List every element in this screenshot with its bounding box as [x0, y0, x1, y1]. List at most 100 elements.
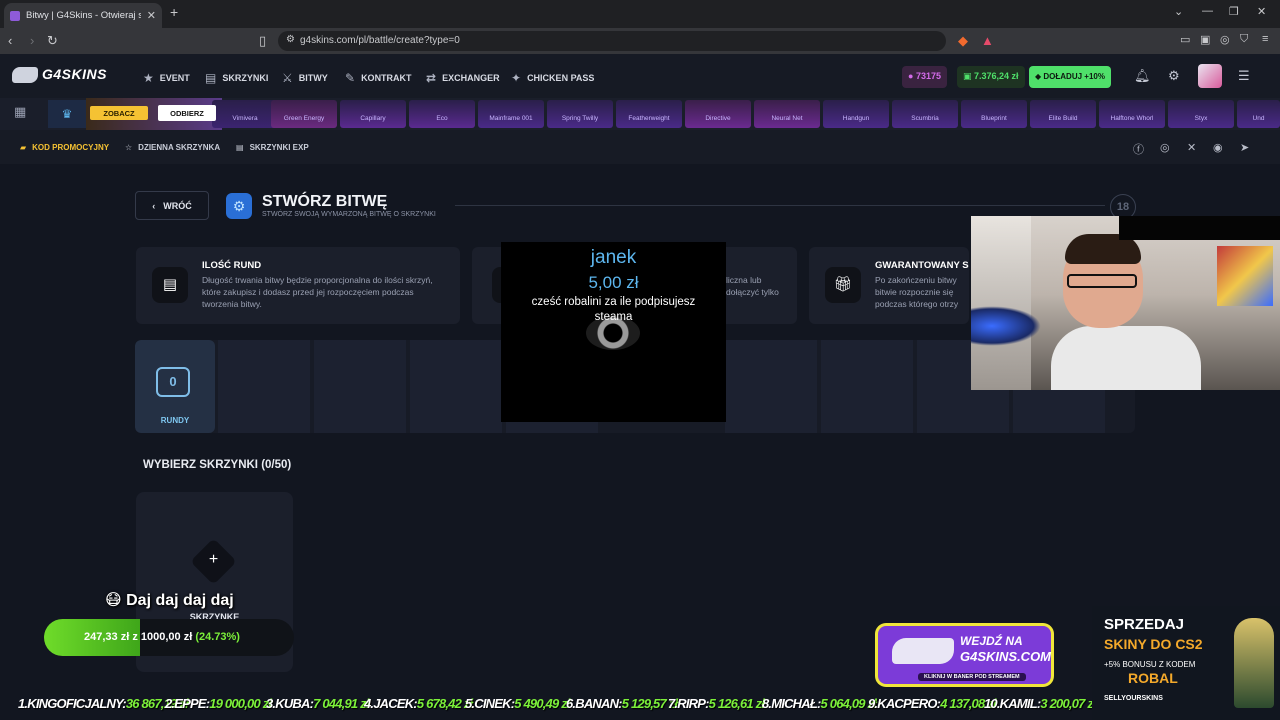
nav-exchanger[interactable]: ⇄ EXCHANGER — [426, 71, 500, 85]
drop-item[interactable]: Featherweight — [616, 100, 682, 128]
sellyourskins-banner[interactable]: SPRZEDAJ SKINY DO CS2 +5% BONUSU Z KODEM… — [1092, 606, 1280, 720]
nav-skrzynki[interactable]: ▤ SKRZYNKI — [205, 71, 268, 85]
chevron-left-icon: ‹ — [152, 200, 156, 211]
donation-alert: janek 5,00 zł cześć robalini za ile podp… — [501, 242, 726, 422]
section-title-boxes: WYBIERZ SKRZYNKI (0/50) — [143, 459, 292, 471]
drop-item[interactable]: Capillary — [340, 100, 406, 128]
browser-tab-bar: Bitwy | G4Skins - Otwieraj skrzynk ✕ + ⌄… — [0, 0, 1280, 28]
close-tab-icon[interactable]: ✕ — [147, 9, 156, 22]
nav-event[interactable]: ★ EVENT — [143, 71, 190, 85]
instagram-icon[interactable]: ◎ — [1160, 141, 1170, 154]
drop-item[interactable]: Handgun — [823, 100, 889, 128]
battle-create-icon: ⚙ — [226, 193, 252, 219]
new-tab-icon[interactable]: + — [170, 4, 178, 20]
ticker-entry: 2.EPPE:19 000,00 zł — [165, 696, 272, 711]
brave-shield-icon[interactable]: ◆ — [958, 33, 968, 49]
round-slot — [821, 340, 913, 433]
bell-icon[interactable]: 🔔︎ — [1134, 68, 1151, 84]
minimize-icon[interactable]: — — [1202, 5, 1213, 17]
nav-kontrakt[interactable]: ✎ KONTRAKT — [345, 71, 412, 85]
drop-item[interactable]: Elite Build — [1030, 100, 1096, 128]
reload-icon[interactable]: ↻ — [47, 33, 58, 49]
star-outline-icon: ☆ — [125, 143, 133, 152]
drop-item[interactable]: Vimivera — [212, 100, 278, 128]
site-logo[interactable]: G4SKINS — [12, 66, 107, 84]
exp-cases-link[interactable]: ▤ SKRZYNKI EXP — [236, 143, 309, 152]
drop-item[interactable]: Spring Twilly — [547, 100, 613, 128]
bookmark-icon[interactable]: ▯ — [259, 33, 266, 49]
webcam-overlay — [971, 216, 1280, 390]
x-icon[interactable]: ✕ — [1187, 141, 1196, 154]
zobacz-button[interactable]: ZOBACZ — [90, 106, 148, 120]
avatar[interactable] — [1198, 64, 1222, 88]
case-icon: ▤ — [236, 143, 244, 152]
tab-search-icon[interactable]: ⌄ — [1174, 5, 1183, 18]
back-icon[interactable]: ‹ — [8, 33, 12, 48]
donation-message: cześć robalini za ile podpisujesz steama — [531, 296, 696, 323]
gear-icon[interactable]: ⚙ — [1168, 68, 1180, 84]
drop-item[interactable]: Blueprint — [961, 100, 1027, 128]
crown-icon[interactable]: ♛ — [48, 100, 86, 128]
maximize-icon[interactable]: ❐ — [1229, 5, 1239, 18]
goal-progress-bar: 247,33 zł z 1000,00 zł (24.73%) — [44, 619, 294, 656]
drop-item[interactable]: Halftone Whorl — [1099, 100, 1165, 128]
goal-title: 😷 Daj daj daj daj — [105, 592, 234, 609]
balance-badge[interactable]: ▣ 7.376,24 zł — [957, 66, 1025, 88]
shield-icon[interactable]: ⛉ — [1240, 33, 1248, 46]
forward-icon[interactable]: › — [30, 33, 34, 48]
odbierz-button[interactable]: ODBIERZ — [158, 105, 216, 121]
back-button[interactable]: ‹ WRÓĆ — [135, 191, 209, 220]
menu-icon[interactable]: ≡ — [1262, 33, 1268, 45]
nav-bitwy[interactable]: ⚔ BITWY — [282, 71, 328, 85]
round-slot — [725, 340, 817, 433]
url-field[interactable]: ⚙ g4skins.com/pl/battle/create?type=0 — [278, 31, 946, 51]
drop-item[interactable]: Und — [1237, 100, 1280, 128]
sidebar-icon[interactable]: ▭ — [1180, 33, 1190, 46]
promo-code-link[interactable]: ▰ KOD PROMOCYJNY — [20, 143, 109, 152]
browser-tab[interactable]: Bitwy | G4Skins - Otwieraj skrzynk ✕ — [4, 3, 162, 28]
wallet-icon[interactable]: ▣ — [1200, 33, 1210, 46]
drop-item[interactable]: Green Energy — [271, 100, 337, 128]
chicken-icon: ✦ — [511, 71, 522, 85]
round-slot — [410, 340, 502, 433]
points-badge[interactable]: ● 73175 — [902, 66, 947, 88]
drop-item[interactable]: Directive — [685, 100, 751, 128]
info-card-desc: liczna lub dołączyć tylko — [726, 275, 779, 297]
panther-logo-icon — [12, 67, 38, 84]
ticker-entry: 9.KACPERO:4 137,08 zł — [868, 696, 997, 711]
g4skins-banner[interactable]: WEJDŹ NA G4SKINS.COM KLIKNIJ W BANER POD… — [878, 626, 1051, 684]
site-settings-icon[interactable]: ⚙ — [286, 34, 295, 45]
page-title: STWÓRZ BITWĘ — [262, 193, 388, 210]
drop-item[interactable]: Styx — [1168, 100, 1234, 128]
page-subtitle: STWÓRZ SWOJĄ WYMARZONĄ BITWĘ O SKRZYNKI — [262, 211, 436, 218]
drop-item[interactable]: Scumbria — [892, 100, 958, 128]
ticker-entry: 3.KUBA:7 044,91 zł — [266, 696, 369, 711]
close-window-icon[interactable]: ✕ — [1257, 5, 1266, 18]
nav-chicken-pass[interactable]: ✦ CHICKEN PASS — [511, 71, 594, 85]
panther-logo-icon — [892, 638, 954, 664]
drop-item[interactable]: Neural Net — [754, 100, 820, 128]
vpn-icon[interactable]: ◎ — [1220, 33, 1230, 46]
facebook-icon[interactable]: ⓕ — [1133, 141, 1144, 157]
grid-icon[interactable]: ▦ — [14, 104, 26, 120]
donation-amount: 5,00 zł — [588, 273, 639, 292]
top-donors-ticker: 1.KINGOFICJALNY:36 867,19 zł 2.EPPE:19 0… — [0, 690, 1092, 720]
round-slot — [218, 340, 310, 433]
deposit-button[interactable]: ◆ DOŁADUJ +10% — [1029, 66, 1111, 88]
url-text: g4skins.com/pl/battle/create?type=0 — [300, 35, 460, 46]
telegram-icon[interactable]: ➤ — [1240, 141, 1249, 154]
character-image — [1234, 618, 1274, 708]
discord-icon[interactable]: ◉ — [1213, 141, 1223, 154]
info-card-desc: Długość trwania bitwy będzie proporcjona… — [202, 275, 433, 309]
drop-item[interactable]: Mainframe 001 — [478, 100, 544, 128]
ticker-entry: 7.RIRP:5 126,61 zł — [668, 696, 765, 711]
rewards-icon[interactable]: ▲ — [981, 33, 994, 48]
drop-item[interactable]: Eco — [409, 100, 475, 128]
plus-icon: + — [208, 551, 219, 568]
hamburger-menu-icon[interactable]: ☰ — [1238, 68, 1250, 84]
daily-case-link[interactable]: ☆ DZIENNA SKRZYNKA — [125, 143, 220, 152]
emoji-icon: 😷 — [105, 592, 127, 609]
info-card-guaranteed: 🎁︎ GWARANTOWANY S Po zakończeniu bitwy b… — [809, 247, 969, 324]
tab-title: Bitwy | G4Skins - Otwieraj skrzynk — [26, 10, 141, 21]
rounds-counter[interactable]: 0 RUNDY — [135, 340, 215, 433]
